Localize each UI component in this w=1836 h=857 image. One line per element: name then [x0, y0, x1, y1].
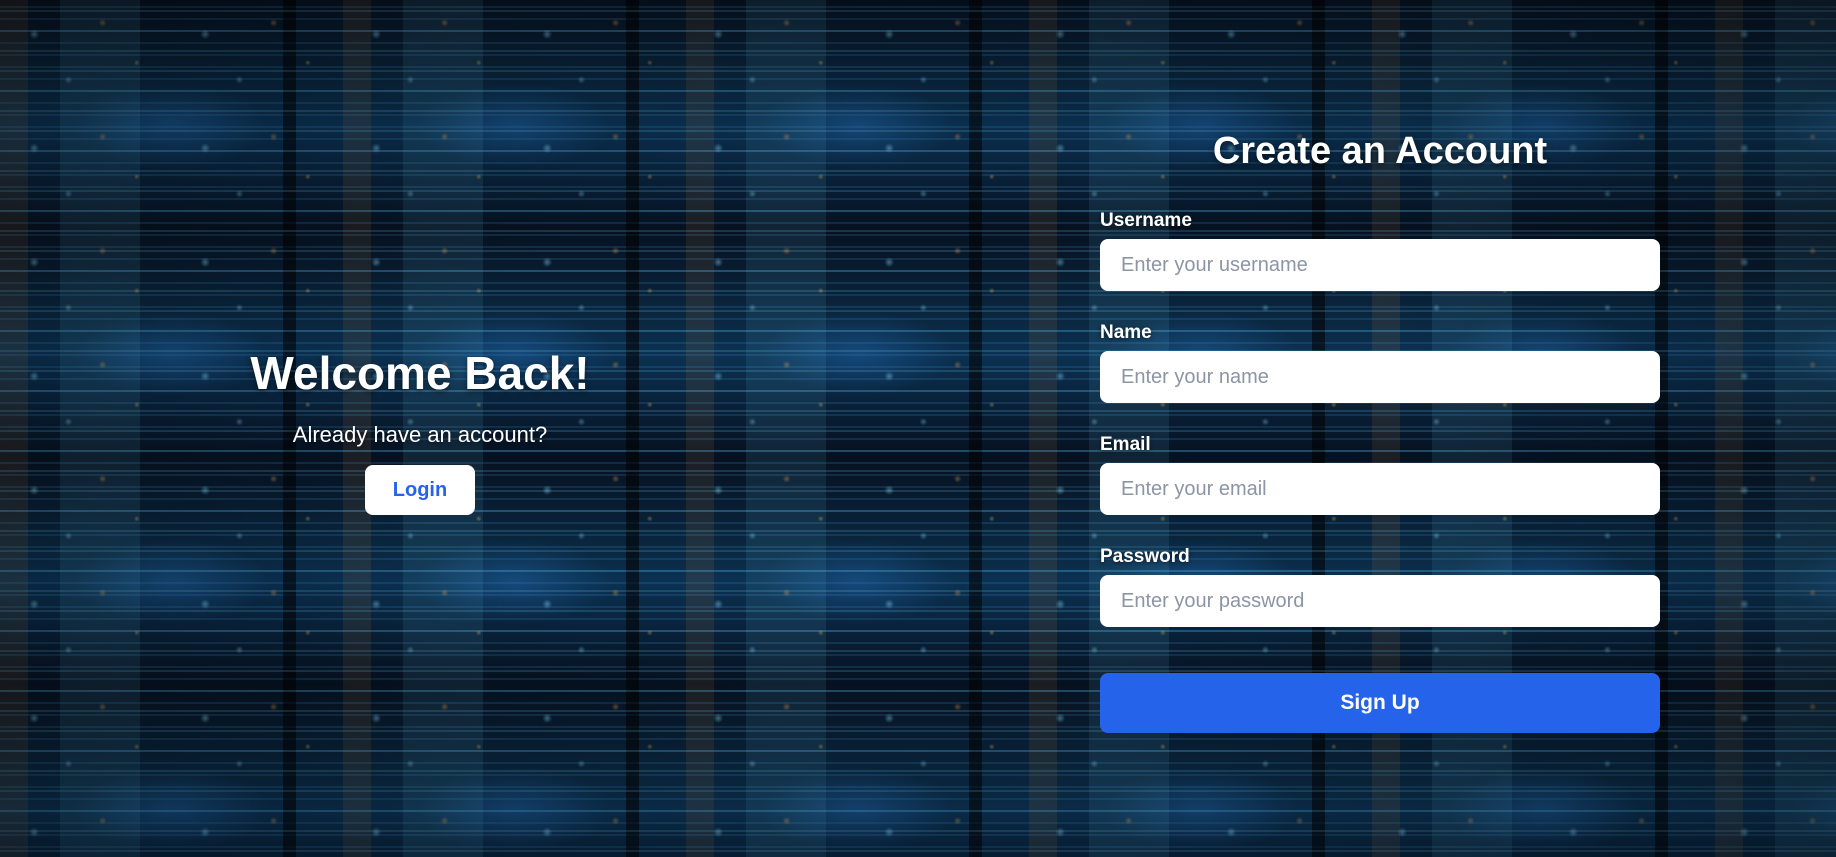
password-input[interactable] — [1100, 575, 1660, 627]
email-field-group: Email — [1100, 433, 1660, 515]
welcome-panel: Welcome Back! Already have an account? L… — [0, 0, 840, 857]
form-title: Create an Account — [1212, 130, 1548, 172]
name-label: Name — [1100, 322, 1152, 343]
login-button[interactable]: Login — [365, 465, 475, 516]
username-field-group: Username — [1100, 209, 1660, 291]
welcome-subtitle: Already have an account? — [292, 421, 548, 447]
password-label: Password — [1100, 546, 1190, 567]
signup-form: Create an Account Username Name Email Pa… — [1100, 0, 1660, 857]
email-label: Email — [1100, 434, 1151, 455]
password-field-group: Password — [1100, 545, 1660, 627]
signup-button[interactable]: Sign Up — [1100, 673, 1660, 733]
welcome-title: Welcome Back! — [250, 346, 590, 399]
username-label: Username — [1100, 210, 1192, 231]
username-input[interactable] — [1100, 239, 1660, 291]
email-input[interactable] — [1100, 463, 1660, 515]
name-input[interactable] — [1100, 351, 1660, 403]
name-field-group: Name — [1100, 321, 1660, 403]
welcome-content: Welcome Back! Already have an account? L… — [250, 346, 590, 516]
